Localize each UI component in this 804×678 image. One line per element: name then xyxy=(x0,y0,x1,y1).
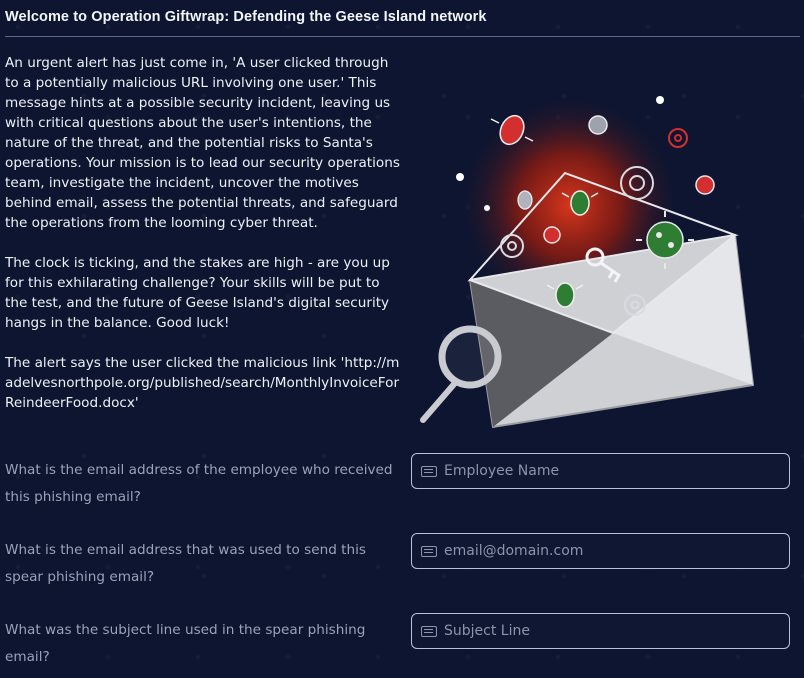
sender-email-field-wrapper[interactable] xyxy=(411,533,790,569)
bug-icon xyxy=(517,190,533,210)
sender-email-input[interactable] xyxy=(444,543,774,559)
sparkle-icon xyxy=(456,173,464,181)
virus-icon xyxy=(695,175,715,195)
subject-line-input[interactable] xyxy=(444,623,774,639)
phishing-envelope-illustration xyxy=(420,90,755,429)
title-divider xyxy=(5,36,800,37)
keyboard-icon xyxy=(421,545,437,557)
question-3-label: What was the subject line used in the sp… xyxy=(5,622,366,665)
magnifying-glass-icon xyxy=(420,325,502,423)
sparkle-icon xyxy=(484,205,490,211)
virus-icon xyxy=(543,226,561,244)
virus-icon xyxy=(588,115,608,135)
question-2-label: What is the email address that was used … xyxy=(5,542,366,585)
subject-line-field-wrapper[interactable] xyxy=(411,613,790,649)
sparkle-icon xyxy=(656,96,664,104)
intro-paragraph-3: The alert says the user clicked the mali… xyxy=(5,355,400,411)
at-sign-icon xyxy=(668,128,688,148)
employee-email-field-wrapper[interactable] xyxy=(411,453,790,489)
intro-text: An urgent alert has just come in, 'A use… xyxy=(5,53,403,413)
keyboard-icon xyxy=(421,465,437,477)
employee-email-input[interactable] xyxy=(444,463,774,479)
page-title: Welcome to Operation Giftwrap: Defending… xyxy=(5,9,487,25)
question-1-label: What is the email address of the employe… xyxy=(5,462,393,505)
intro-paragraph-2: The clock is ticking, and the stakes are… xyxy=(5,255,390,331)
intro-paragraph-1: An urgent alert has just come in, 'A use… xyxy=(5,55,400,231)
keyboard-icon xyxy=(421,625,437,637)
